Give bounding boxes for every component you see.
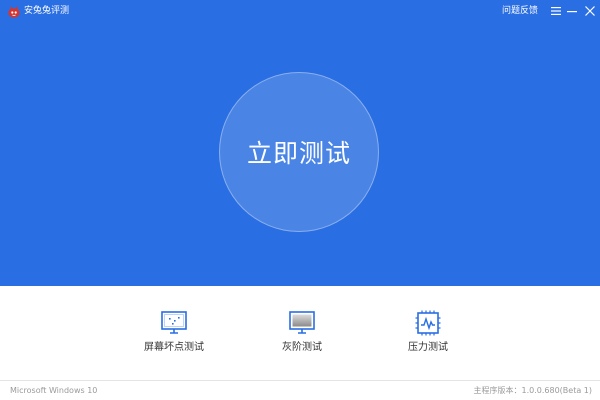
grayscale-test-label: 灰阶测试 <box>282 342 322 353</box>
minimize-icon[interactable] <box>566 5 578 17</box>
close-icon[interactable] <box>584 5 596 17</box>
chip-pulse-icon <box>413 310 443 336</box>
stress-test-button[interactable]: 压力测试 <box>373 306 483 356</box>
stress-test-label: 压力测试 <box>408 342 448 353</box>
feedback-link[interactable]: 问题反馈 <box>502 5 538 18</box>
version-info: 主程序版本：1.0.0.680(Beta 1) <box>473 386 593 395</box>
start-test-button[interactable]: 立即测试 <box>219 72 379 232</box>
start-test-label: 立即测试 <box>246 139 351 168</box>
monitor-dots-icon <box>159 310 189 336</box>
antutu-logo-icon <box>8 5 20 18</box>
os-info: Microsoft Windows 10 <box>10 386 98 395</box>
title-bar: 安兔兔评测 问题反馈 <box>0 0 600 24</box>
grayscale-test-button[interactable]: 灰阶测试 <box>247 306 357 356</box>
app-window: 安兔兔评测 问题反馈 立即测试 屏幕坏点测试 灰阶测试 压力测试 Microso… <box>0 0 600 400</box>
status-bar: Microsoft Windows 10 主程序版本：1.0.0.680(Bet… <box>0 380 600 400</box>
tools-panel: 屏幕坏点测试 灰阶测试 压力测试 <box>0 286 600 380</box>
screen-dead-pixel-test-label: 屏幕坏点测试 <box>144 342 204 353</box>
hero-panel: 安兔兔评测 问题反馈 立即测试 <box>0 0 600 286</box>
monitor-gradient-icon <box>287 310 317 336</box>
hamburger-menu-icon[interactable] <box>550 5 562 17</box>
app-title: 安兔兔评测 <box>24 6 70 16</box>
screen-dead-pixel-test-button[interactable]: 屏幕坏点测试 <box>119 306 229 356</box>
